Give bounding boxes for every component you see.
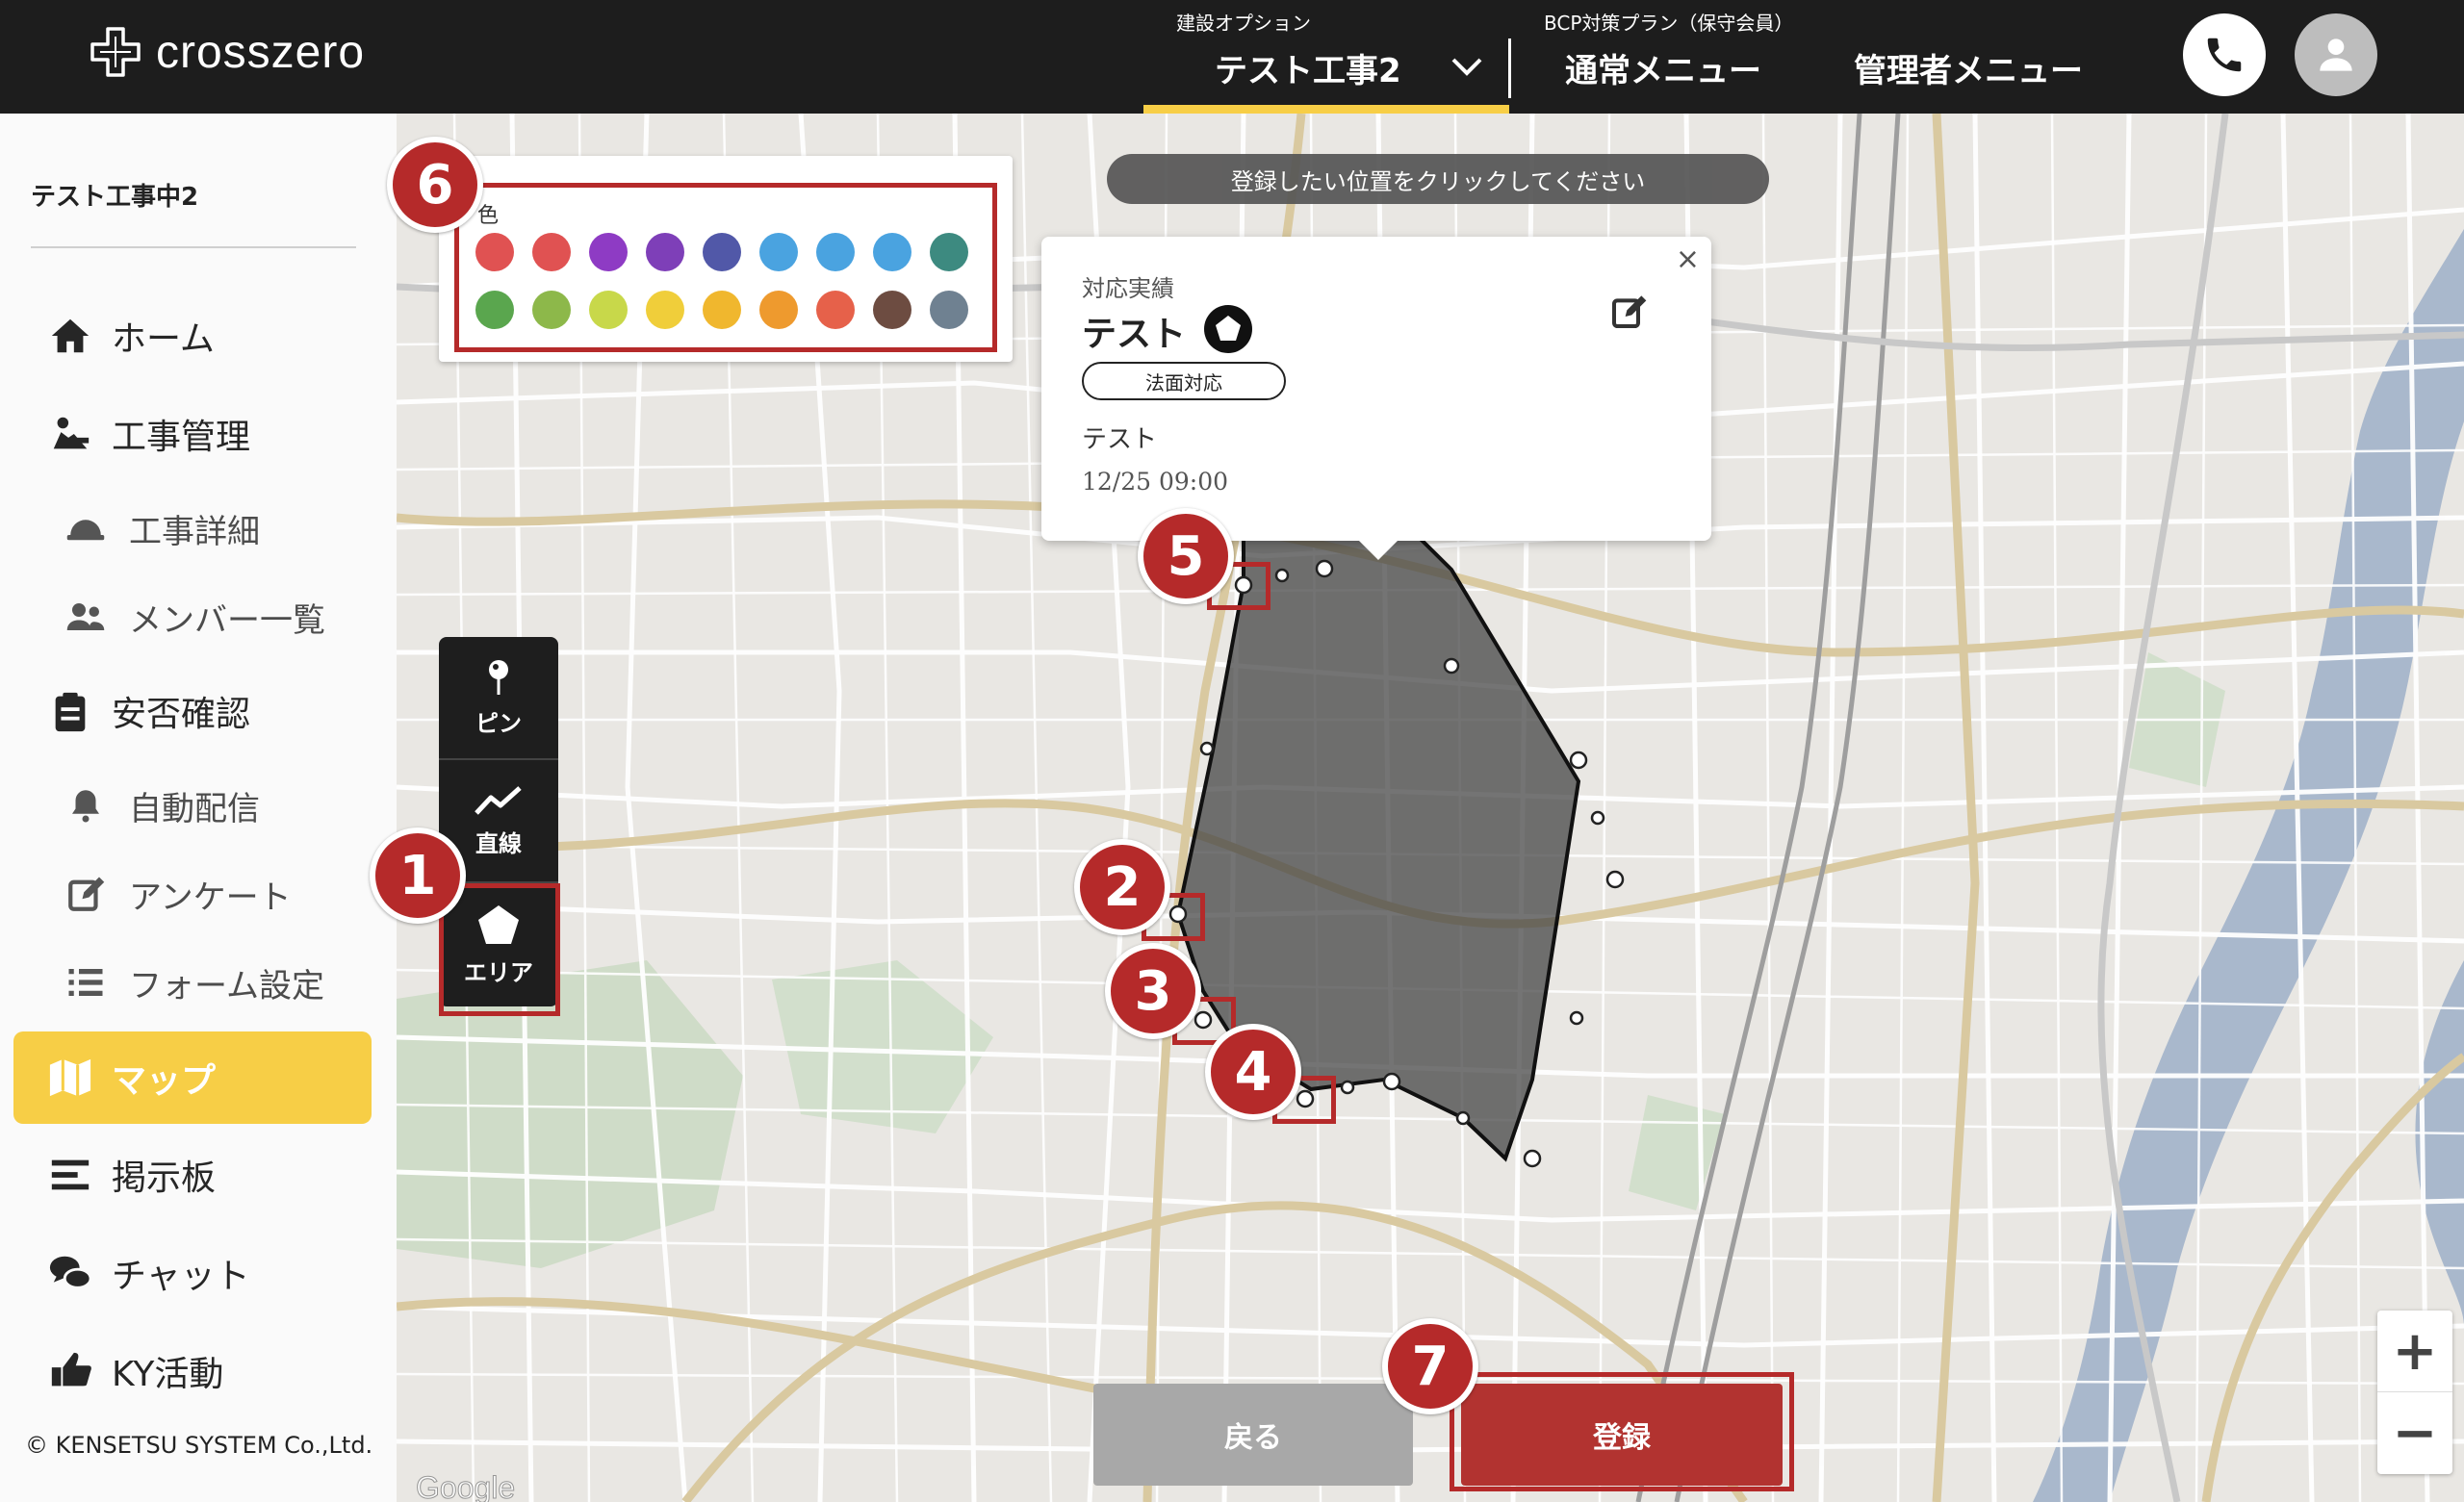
home-icon <box>51 318 90 353</box>
bell-icon <box>72 790 99 823</box>
tool-pin-label: ピン <box>475 709 522 737</box>
active-tab-underline <box>1143 105 1509 114</box>
phone-button[interactable] <box>2183 13 2266 96</box>
pin-icon <box>489 659 508 695</box>
sidebar-item-auto-delivery[interactable]: 自動配信 <box>0 762 397 849</box>
sidebar-item-label: 工事詳細 <box>129 512 260 551</box>
sidebar: テスト工事中2 ホーム 工事管理 工事詳細 メンバー一覧 安否確認 自動配信 ア… <box>0 114 397 1502</box>
sidebar-item-label: 安否確認 <box>112 695 251 734</box>
edit-icon <box>68 877 105 911</box>
board-icon <box>51 1159 90 1190</box>
logo-text: crosszero <box>156 26 366 78</box>
close-icon[interactable]: × <box>1676 242 1700 276</box>
phone-icon <box>2207 38 2242 72</box>
sidebar-item-construction-detail[interactable]: 工事詳細 <box>0 485 397 572</box>
sidebar-item-label: KY活動 <box>112 1355 224 1394</box>
sidebar-item-form-settings[interactable]: フォーム設定 <box>0 939 397 1026</box>
normal-menu-label: 通常メニュー <box>1565 52 1761 90</box>
sidebar-item-ky[interactable]: KY活動 <box>0 1328 397 1414</box>
popup-category: 対応実績 <box>1082 275 1174 302</box>
annotation-box-register <box>1450 1372 1794 1491</box>
sidebar-item-label: 掲示板 <box>112 1158 217 1198</box>
popup-title: テスト <box>1082 315 1187 354</box>
sidebar-item-label: メンバー一覧 <box>129 600 325 640</box>
annotation-box-palette <box>454 183 997 352</box>
sidebar-project-name: テスト工事中2 <box>31 183 199 212</box>
nav-normal-menu[interactable]: BCP対策プラン（保守会員） 通常メニュー <box>1544 0 1833 114</box>
sidebar-item-members[interactable]: メンバー一覧 <box>0 573 397 660</box>
nav-admin-menu[interactable]: 管理者メニュー <box>1854 0 2104 114</box>
back-button[interactable]: 戻る <box>1093 1384 1413 1486</box>
google-attribution: Google <box>415 1470 516 1502</box>
sidebar-item-label: アンケート <box>129 878 292 917</box>
sidebar-item-label: 工事管理 <box>112 418 251 457</box>
sidebar-item-survey[interactable]: アンケート <box>0 851 397 937</box>
popup-description: テスト <box>1082 425 1158 454</box>
popup-datetime: 12/25 09:00 <box>1082 468 1229 496</box>
sidebar-divider <box>31 246 356 248</box>
edit-icon[interactable] <box>1609 293 1648 331</box>
user-avatar[interactable] <box>2295 13 2377 96</box>
logo-cross-icon <box>90 27 141 77</box>
annotation-marker-1: 1 <box>370 827 466 924</box>
app-logo[interactable]: crosszero <box>89 23 365 81</box>
line-chart-icon <box>475 785 522 815</box>
sidebar-item-chat[interactable]: チャット <box>0 1230 397 1316</box>
zoom-in-button[interactable]: + <box>2377 1311 2452 1392</box>
plan-caption: BCP対策プラン（保守会員） <box>1544 12 1794 35</box>
tool-line-label: 直線 <box>475 829 522 857</box>
copyright: © KENSETSU SYSTEM Co.,Ltd. <box>25 1432 373 1459</box>
sidebar-item-map[interactable]: マップ <box>13 1031 372 1124</box>
chevron-down-icon[interactable] <box>1450 56 1484 79</box>
info-popup: × 対応実績 テスト 法面対応 テスト 12/25 09:00 <box>1041 237 1711 560</box>
thumb-icon <box>51 1352 91 1387</box>
project-caption: 建設オプション <box>1176 12 1311 35</box>
zoom-control: + − <box>2377 1311 2452 1474</box>
annotation-marker-5: 5 <box>1138 508 1234 604</box>
clipboard-icon <box>55 692 86 732</box>
chat-icon <box>49 1256 92 1289</box>
members-icon <box>66 603 105 630</box>
map-icon <box>49 1058 91 1097</box>
sidebar-item-construction[interactable]: 工事管理 <box>0 391 397 477</box>
sidebar-item-label: ホーム <box>112 319 215 359</box>
annotation-marker-6: 6 <box>387 137 483 233</box>
user-icon <box>2320 38 2352 71</box>
project-name: テスト工事2 <box>1215 52 1401 90</box>
zoom-out-button[interactable]: − <box>2377 1392 2452 1474</box>
sidebar-item-home[interactable]: ホーム <box>0 293 397 379</box>
sidebar-item-label: 自動配信 <box>129 789 260 828</box>
sidebar-item-label: フォーム設定 <box>129 966 324 1006</box>
popup-tag: 法面対応 <box>1082 362 1286 400</box>
tool-pin[interactable]: ピン <box>439 637 558 760</box>
sidebar-item-board[interactable]: 掲示板 <box>0 1132 397 1218</box>
annotation-marker-7: 7 <box>1382 1318 1478 1414</box>
annotation-marker-4: 4 <box>1205 1024 1301 1120</box>
project-selector[interactable]: 建設オプション テスト工事2 <box>1143 0 1509 114</box>
nav-divider <box>1508 38 1511 98</box>
construction-icon <box>53 417 90 449</box>
top-header: crosszero 建設オプション テスト工事2 BCP対策プラン（保守会員） … <box>0 0 2464 114</box>
admin-menu-label: 管理者メニュー <box>1854 52 2083 90</box>
sidebar-item-label: チャット <box>112 1257 250 1296</box>
helmet-icon <box>66 520 105 541</box>
area-shape-icon <box>1204 305 1252 353</box>
list-icon <box>68 969 103 996</box>
sidebar-item-label: マップ <box>112 1061 217 1101</box>
map-hint-banner: 登録したい位置をクリックしてください <box>1107 154 1769 204</box>
sidebar-item-safety[interactable]: 安否確認 <box>0 668 397 754</box>
annotation-marker-2: 2 <box>1074 839 1170 935</box>
annotation-marker-3: 3 <box>1105 943 1201 1039</box>
